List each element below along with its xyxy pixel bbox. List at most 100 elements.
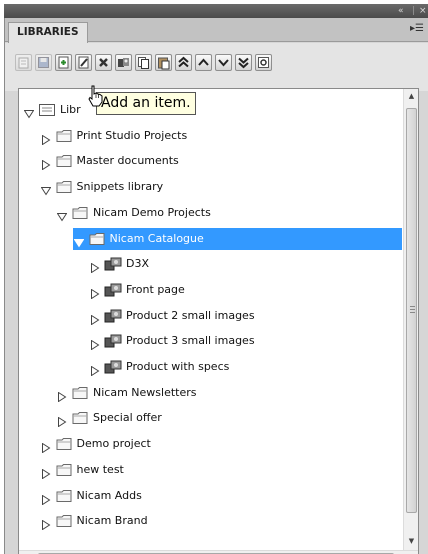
folder-icon: [55, 513, 73, 529]
collapse-panel-button[interactable]: «: [398, 4, 404, 18]
delete-icon: [99, 58, 108, 67]
collapsed-arrow-icon[interactable]: [41, 491, 51, 505]
horizontal-scrollbar[interactable]: ◀ ||| ▶: [19, 550, 418, 554]
settings-button[interactable]: [255, 54, 272, 71]
folder-icon: [55, 128, 73, 144]
tree-item-label: Product 2 small images: [126, 308, 255, 322]
folder-icon: [55, 179, 73, 195]
tree-row[interactable]: Print Studio Projects: [19, 125, 402, 147]
tree-item-label: Demo project: [76, 437, 151, 451]
folder-icon: [55, 488, 73, 504]
collapsed-arrow-icon[interactable]: [41, 131, 51, 146]
snippet-item-icon: [104, 256, 122, 272]
folder-icon: [55, 436, 73, 452]
double-down-icon: [238, 57, 249, 69]
paste-icon: [158, 57, 170, 70]
collapsed-arrow-icon[interactable]: [41, 439, 51, 454]
copy-button[interactable]: [135, 54, 152, 71]
close-panel-button[interactable]: ×: [419, 4, 427, 18]
save-button[interactable]: [35, 54, 52, 71]
tree-row[interactable]: hew test: [19, 459, 402, 481]
expanded-arrow-icon[interactable]: [73, 234, 84, 247]
up-icon: [198, 58, 209, 66]
folder-icon: [55, 462, 73, 478]
tree-item-label: Snippets library: [76, 180, 164, 194]
scroll-up-arrow[interactable]: ▲: [404, 89, 418, 104]
folder-icon: [71, 410, 89, 426]
collapsed-arrow-icon[interactable]: [57, 413, 67, 428]
expanded-arrow-icon[interactable]: [23, 105, 35, 119]
folder-icon: [71, 205, 89, 221]
expanded-arrow-icon[interactable]: [56, 208, 68, 222]
tree-item-label: Product with specs: [126, 360, 230, 373]
tree-row[interactable]: Snippets library: [19, 176, 402, 198]
tree-item-label: Nicam Catalogue: [109, 231, 204, 245]
snippet-item-icon: [104, 308, 122, 324]
insert-button[interactable]: [115, 54, 132, 71]
library-root-icon: [38, 102, 56, 118]
edit-item-button[interactable]: [75, 54, 92, 71]
tree-row[interactable]: Nicam Brand: [19, 510, 402, 532]
folder-icon: [71, 385, 89, 401]
tree-item-label: hew test: [76, 462, 124, 476]
properties-button[interactable]: [15, 54, 32, 71]
tree-row[interactable]: Product 3 small images: [19, 330, 402, 352]
save-icon: [38, 57, 49, 68]
tree-row[interactable]: Master documents: [19, 150, 402, 172]
collapsed-arrow-icon[interactable]: [57, 388, 67, 403]
properties-icon: [18, 57, 29, 69]
tree-item-label: Libr: [60, 103, 81, 116]
tree-row[interactable]: Nicam Newsletters: [19, 382, 402, 404]
tree-row[interactable]: Libr: [19, 99, 402, 121]
double-up-icon: [178, 56, 189, 68]
libraries-panel: LIBRARIES ▸☰ Libr Print Studio Projects …: [4, 18, 428, 554]
delete-button[interactable]: [95, 54, 112, 71]
panel-title-bar: « | ×: [4, 4, 428, 18]
collapsed-arrow-icon[interactable]: [90, 259, 100, 274]
move-down-button[interactable]: [215, 54, 232, 71]
tree-row[interactable]: D3X: [19, 253, 402, 275]
tree-row[interactable]: Special offer: [19, 407, 402, 429]
tree-item-label: Nicam Adds: [76, 488, 142, 502]
move-to-top-button[interactable]: [175, 54, 192, 71]
tree-item-label: Nicam Newsletters: [93, 385, 197, 399]
tree-item-label: Special offer: [93, 411, 162, 425]
scroll-down-arrow[interactable]: ▼: [404, 534, 418, 549]
panel-menu-icon[interactable]: ▸☰: [410, 24, 424, 34]
vertical-scrollbar[interactable]: ▲ ▼: [403, 89, 418, 550]
add-icon: [58, 56, 69, 69]
copy-icon: [138, 57, 149, 69]
tree-row-selected[interactable]: Nicam Catalogue: [72, 227, 402, 250]
tree-row[interactable]: Demo project: [19, 433, 402, 455]
down-icon: [218, 59, 229, 67]
tab-libraries[interactable]: LIBRARIES: [8, 22, 88, 43]
paste-button[interactable]: [155, 54, 172, 71]
settings-icon: [258, 57, 269, 68]
snippet-item-icon: [104, 282, 122, 298]
collapsed-arrow-icon[interactable]: [90, 336, 100, 351]
collapsed-arrow-icon[interactable]: [90, 311, 100, 326]
collapsed-arrow-icon[interactable]: [90, 362, 100, 377]
collapsed-arrow-icon[interactable]: [41, 156, 51, 171]
move-up-button[interactable]: [195, 54, 212, 71]
expanded-arrow-icon[interactable]: [40, 182, 51, 196]
tree-item-label: Master documents: [76, 154, 179, 168]
tree-row[interactable]: Product 2 small images: [19, 305, 402, 327]
library-tree[interactable]: Libr Print Studio Projects Master document…: [18, 88, 419, 554]
vertical-scroll-thumb[interactable]: [406, 108, 417, 513]
folder-icon: [88, 231, 106, 247]
tree-row[interactable]: Nicam Demo Projects: [19, 202, 402, 224]
tree-row[interactable]: Nicam Adds: [19, 485, 402, 507]
tree-item-label: Nicam Brand: [76, 514, 148, 528]
add-item-button[interactable]: [55, 54, 72, 71]
move-to-bottom-button[interactable]: [235, 54, 252, 71]
edit-icon: [78, 56, 89, 69]
snippet-item-icon: [104, 359, 122, 375]
tree-row[interactable]: Product with specs: [19, 356, 402, 378]
collapsed-arrow-icon[interactable]: [90, 285, 100, 300]
panel-tab-row: LIBRARIES ▸☰: [5, 18, 428, 43]
collapsed-arrow-icon[interactable]: [41, 516, 51, 531]
tree-row[interactable]: Front page: [19, 279, 402, 301]
collapsed-arrow-icon[interactable]: [41, 465, 51, 480]
tree-item-label: Product 3 small images: [126, 334, 255, 348]
